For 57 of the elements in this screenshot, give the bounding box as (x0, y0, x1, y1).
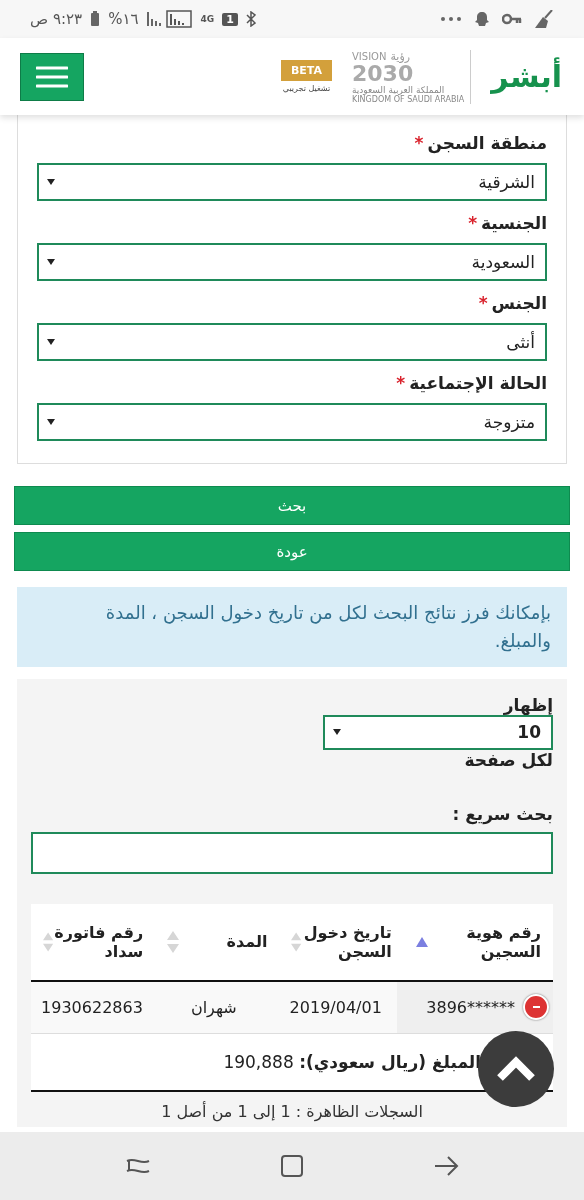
show-label: إظهار (502, 694, 553, 715)
network-type: 4G (200, 14, 215, 24)
menu-icon (36, 65, 68, 88)
field-label: منطقة السجن (427, 133, 547, 153)
collapse-button[interactable] (523, 994, 549, 1021)
battery-icon (90, 11, 101, 27)
ghost-icon (474, 11, 490, 27)
dropdown-field[interactable]: متزوجة (37, 403, 547, 441)
menu-button[interactable] (20, 52, 84, 101)
required-mark: * (478, 293, 488, 313)
kingdom-name-english: KINGDOM OF SAUDI ARABIA (352, 94, 465, 104)
status-time: ٩:٢٣ ص (30, 10, 83, 28)
dropdown-field[interactable]: الشرقية (37, 163, 547, 201)
table-cell-text: 1930622863 (40, 996, 144, 1019)
brand-logo: أبشر (491, 59, 562, 94)
bluetooth-icon (245, 11, 256, 27)
required-mark: * (396, 373, 406, 393)
signal-icon (146, 10, 193, 28)
key-icon (502, 13, 522, 25)
caret-icon (47, 259, 55, 265)
column-header[interactable]: رقم فاتورة سداد (31, 903, 156, 980)
field-label: الحالة الإجتماعية (409, 373, 547, 393)
caret-icon (47, 419, 55, 425)
caret-icon (47, 179, 55, 185)
required-mark: * (414, 133, 424, 153)
chevron-up-icon (496, 1056, 536, 1082)
quick-search-field[interactable] (31, 831, 553, 874)
broom-icon (534, 10, 554, 28)
home-icon[interactable] (280, 1154, 304, 1178)
records-summary: السجلات الظاهرة : 1 إلى 1 من أصل 1 (160, 1101, 424, 1121)
dropdown-field[interactable]: أنثى (37, 323, 547, 361)
vision-word-arabic: رؤية (390, 49, 411, 63)
required-mark: * (468, 213, 478, 233)
field-label: الجنسية (481, 213, 547, 233)
sim-badge: 1 (222, 12, 238, 26)
beta-badge: BETA (280, 60, 332, 81)
per-page-label: لكل صفحة (463, 749, 553, 770)
dropdown-field[interactable]: السعودية (37, 243, 547, 281)
field-label: الجنس (491, 293, 547, 313)
column-header[interactable]: رقم هوية السجين (403, 903, 553, 980)
column-header[interactable]: تاريخ دخول السجن (279, 903, 404, 980)
vision-year: 2030 (352, 62, 414, 85)
quick-search-label: بحث سريع : (451, 803, 553, 824)
more-icon (440, 16, 462, 22)
kingdom-name: المملكة العربية السعودية (352, 84, 445, 95)
column-header[interactable]: المدة (155, 903, 280, 980)
battery-percent: %١٦ (108, 10, 139, 28)
table-cell-text: شهران (189, 996, 238, 1020)
table-cell-text: 2019/04/01 (288, 996, 383, 1019)
back-icon[interactable] (433, 1155, 460, 1177)
table-cell: ******3896 (396, 981, 553, 1033)
vision-word: VISION (352, 50, 387, 62)
info-note: بإمكانك فرز نتائج البحث لكل من تاريخ دخول السجن ، المدة والمبلغ. (17, 587, 567, 667)
caret-icon (47, 339, 55, 345)
page-size-dropdown[interactable]: 10 (323, 714, 553, 750)
caret-icon (333, 729, 341, 736)
beta-caption: تشغيل تجريبي (282, 84, 331, 93)
